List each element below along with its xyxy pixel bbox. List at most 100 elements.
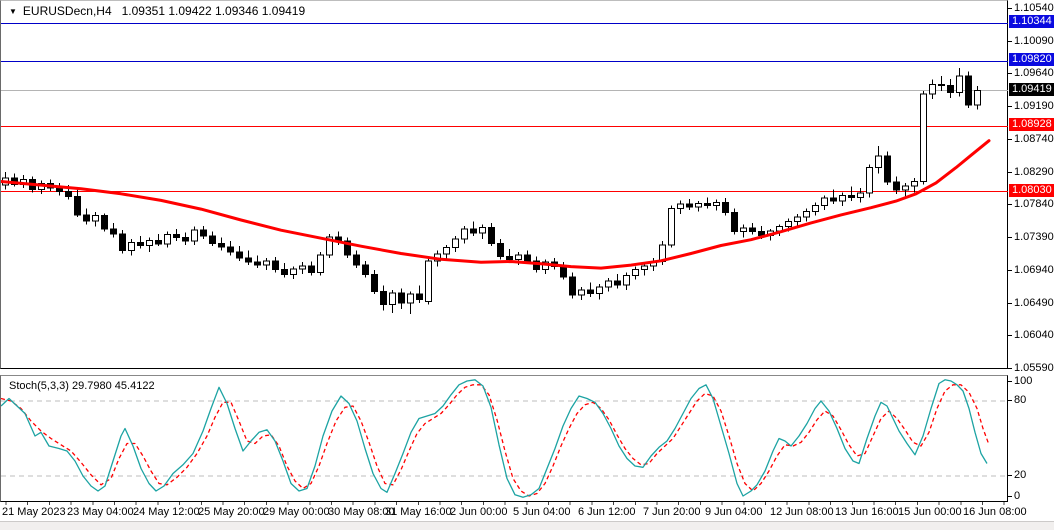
axis-tick-mark [1008,139,1012,140]
candle-body [191,229,198,242]
time-tick-label: 12 Jun 08:00 [770,506,834,518]
time-tick-label: 21 May 2023 [2,506,66,518]
candle-body [722,202,729,214]
price-tick-label: 1.06940 [1014,264,1054,276]
candle-body [758,231,765,236]
candle-body [803,210,810,218]
candle-body [506,255,513,260]
time-tick-label: 15 Jun 00:00 [898,506,962,518]
candle-body [902,185,909,191]
candle-body [425,260,432,303]
time-tick-label: 2 Jun 00:00 [450,506,508,518]
axis-tick-mark [1008,270,1012,271]
candle-body [398,292,405,304]
candle-body [65,191,72,198]
price-tick-label: 1.08740 [1014,133,1054,145]
candle-body [74,196,81,216]
time-tick-label: 5 Jun 04:00 [513,506,571,518]
chart-header: ▼ EURUSDecn,H4 1.09351 1.09422 1.09346 1.0… [9,4,305,18]
time-tick-label: 23 May 04:00 [67,506,134,518]
stoch-indicator-label: Stoch(5,3,3) 29.7980 45.4122 [9,380,155,392]
price-level-badge: 1.10344 [1009,15,1054,28]
candle-body [668,207,675,246]
time-tick-label: 13 Jun 16:00 [835,506,899,518]
candle-body [686,203,693,208]
candle-body [677,203,684,209]
axis-tick-mark [1008,204,1012,205]
stoch-tick-label: 80 [1014,394,1027,406]
price-tick-label: 1.10540 [1014,2,1054,14]
candle-body [254,261,261,266]
candle-body [92,215,99,222]
axis-tick-mark [1008,172,1012,173]
stoch-main-line[interactable] [1,379,988,498]
price-chart-panel[interactable]: ▼ EURUSDecn,H4 1.09351 1.09422 1.09346 1.0… [0,0,1008,369]
candle-body [290,268,297,276]
axis-tick-mark [1008,303,1012,304]
stoch-chart-canvas[interactable] [1,376,1008,502]
time-tick-label: 29 May 00:00 [263,506,330,518]
candle-body [947,84,954,94]
candle-body [83,214,90,222]
candle-body [821,197,828,206]
candle-body [245,257,252,263]
price-tick-label: 1.09190 [1014,100,1054,112]
candle-body [407,293,414,304]
price-axis: 1.10540 1.10090 1.09640 1.09190 1.08740 1.082… [1008,0,1054,502]
candle-body [704,202,711,206]
candle-body [740,227,747,233]
candle-body [299,265,306,270]
candle-body [110,228,117,235]
candle-body [911,180,918,187]
symbol-period-label: EURUSDecn,H4 [22,4,112,18]
candle-body [839,194,846,202]
stoch-tick-label: 20 [1014,469,1027,481]
candle-body [920,93,927,182]
price-level-badge: 1.09419 [1009,83,1054,96]
axis-tick-mark [1008,368,1012,369]
candle-body [929,84,936,95]
candle-body [416,293,423,300]
candle-body [362,264,369,276]
candle-body [794,216,801,222]
axis-tick-mark [1008,237,1012,238]
stoch-indicator-panel[interactable]: Stoch(5,3,3) 29.7980 45.4122 [0,375,1008,502]
price-level-badge: 1.08030 [1009,184,1054,197]
candle-body [560,266,567,278]
stoch-tick-label: 0 [1014,490,1021,502]
time-axis: 21 May 2023 23 May 04:00 24 May 12:00 25 Ma… [0,502,1054,521]
time-tick-label: 16 Jun 08:00 [963,506,1027,518]
candle-body [848,194,855,198]
chart-window: ▼ EURUSDecn,H4 1.09351 1.09422 1.09346 1.0… [0,0,1054,530]
candle-body [578,289,585,296]
axis-tick-mark [1008,8,1012,9]
candle-body [173,234,180,238]
axis-tick-mark [1008,475,1012,476]
price-tick-label: 1.05590 [1014,362,1054,374]
candle-body [479,226,486,234]
price-tick-label: 1.06040 [1014,329,1054,341]
candle-body [263,260,270,266]
price-chart-canvas[interactable] [1,1,1008,369]
candle-body [119,233,126,252]
candle-body [227,246,234,253]
candle-body [317,254,324,273]
axis-tick-mark [1008,106,1012,107]
price-tick-label: 1.09640 [1014,67,1054,79]
candle-body [569,276,576,296]
symbol-dropdown-triangle-icon[interactable]: ▼ [9,7,17,16]
axis-tick-mark [1008,496,1012,497]
ohlc-quote-values: 1.09351 1.09422 1.09346 1.09419 [121,4,306,18]
price-tick-label: 1.10090 [1014,35,1054,47]
time-tick-label: 7 Jun 20:00 [643,506,701,518]
axis-tick-mark [1008,73,1012,74]
candle-body [893,181,900,191]
candle-body [461,228,468,240]
price-tick-label: 1.07840 [1014,198,1054,210]
time-tick-label: 6 Jun 12:00 [578,506,636,518]
candle-body [497,242,504,257]
candle-body [155,239,162,245]
candle-body [371,274,378,292]
price-level-badge: 1.09820 [1009,53,1054,66]
candle-body [308,265,315,273]
